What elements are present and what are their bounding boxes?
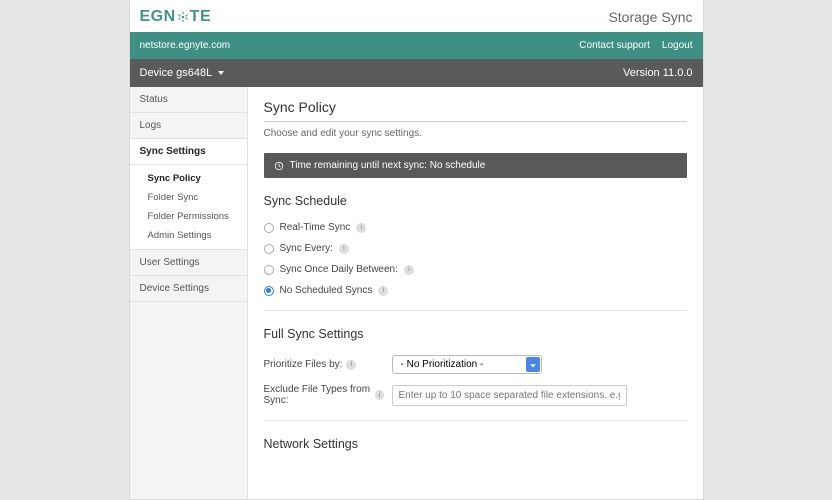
prioritize-select[interactable]: - No Prioritization -	[392, 355, 542, 374]
radio-no-schedule-label: No Scheduled Syncs	[280, 285, 373, 296]
radio-sync-daily-label: Sync Once Daily Between:	[280, 264, 398, 275]
sidebar-item-logs[interactable]: Logs	[130, 113, 247, 139]
app-title: Storage Sync	[608, 9, 692, 25]
exclude-label: Exclude File Types from Sync:	[264, 384, 372, 406]
content-area: Sync Policy Choose and edit your sync se…	[248, 87, 703, 499]
chevron-down-icon	[218, 71, 224, 75]
sidebar-item-sync-policy[interactable]: Sync Policy	[130, 169, 247, 188]
info-icon[interactable]: i	[404, 265, 414, 275]
sync-notice-text: Time remaining until next sync: No sched…	[290, 160, 486, 171]
section-sync-schedule: Sync Schedule	[264, 194, 687, 212]
domain-bar: netstore.egnyte.com Contact support Logo…	[130, 32, 703, 59]
radio-realtime[interactable]	[264, 223, 274, 233]
brand-text-left: EGN	[140, 8, 176, 26]
prioritize-label: Prioritize Files by:	[264, 359, 343, 370]
contact-support-link[interactable]: Contact support	[579, 40, 650, 51]
exclude-input[interactable]	[392, 385, 627, 406]
device-bar: Device gs648L Version 11.0.0	[130, 59, 703, 87]
divider	[264, 310, 687, 311]
page-title: Sync Policy	[264, 99, 687, 122]
sidebar-item-device-settings[interactable]: Device Settings	[130, 276, 247, 302]
sidebar: Status Logs Sync Settings Sync Policy Fo…	[130, 87, 248, 499]
device-selector[interactable]: Device gs648L	[140, 67, 225, 79]
radio-no-schedule[interactable]	[264, 286, 274, 296]
section-full-sync: Full Sync Settings	[264, 327, 687, 345]
device-label: Device gs648L	[140, 67, 213, 79]
brand-star-icon	[176, 10, 190, 24]
sidebar-item-folder-sync[interactable]: Folder Sync	[130, 188, 247, 207]
brand-text-right: TE	[190, 8, 211, 26]
clock-icon	[274, 161, 284, 171]
info-icon[interactable]: i	[346, 360, 356, 370]
logout-link[interactable]: Logout	[662, 40, 693, 51]
brand-logo: EGN TE	[140, 8, 212, 26]
info-icon[interactable]: i	[356, 223, 366, 233]
section-network: Network Settings	[264, 437, 687, 455]
domain-text: netstore.egnyte.com	[140, 40, 231, 51]
info-icon[interactable]: i	[378, 286, 388, 296]
radio-sync-daily[interactable]	[264, 265, 274, 275]
version-text: Version 11.0.0	[623, 67, 693, 79]
radio-sync-every-label: Sync Every:	[280, 243, 333, 254]
sidebar-item-status[interactable]: Status	[130, 87, 247, 113]
info-icon[interactable]: i	[339, 244, 349, 254]
sidebar-item-sync-settings[interactable]: Sync Settings	[130, 139, 247, 165]
sidebar-item-folder-permissions[interactable]: Folder Permissions	[130, 207, 247, 226]
info-icon[interactable]: i	[375, 390, 383, 400]
radio-sync-every[interactable]	[264, 244, 274, 254]
radio-realtime-label: Real-Time Sync	[280, 222, 351, 233]
divider	[264, 420, 687, 421]
header: EGN TE Storage Sync	[130, 0, 703, 32]
page-subtitle: Choose and edit your sync settings.	[264, 128, 687, 139]
sidebar-item-admin-settings[interactable]: Admin Settings	[130, 226, 247, 245]
sync-notice: Time remaining until next sync: No sched…	[264, 153, 687, 178]
sidebar-subitems-sync: Sync Policy Folder Sync Folder Permissio…	[130, 165, 247, 250]
app-container: EGN TE Storage Sync netstore.eg	[129, 0, 704, 500]
sidebar-item-user-settings[interactable]: User Settings	[130, 250, 247, 276]
